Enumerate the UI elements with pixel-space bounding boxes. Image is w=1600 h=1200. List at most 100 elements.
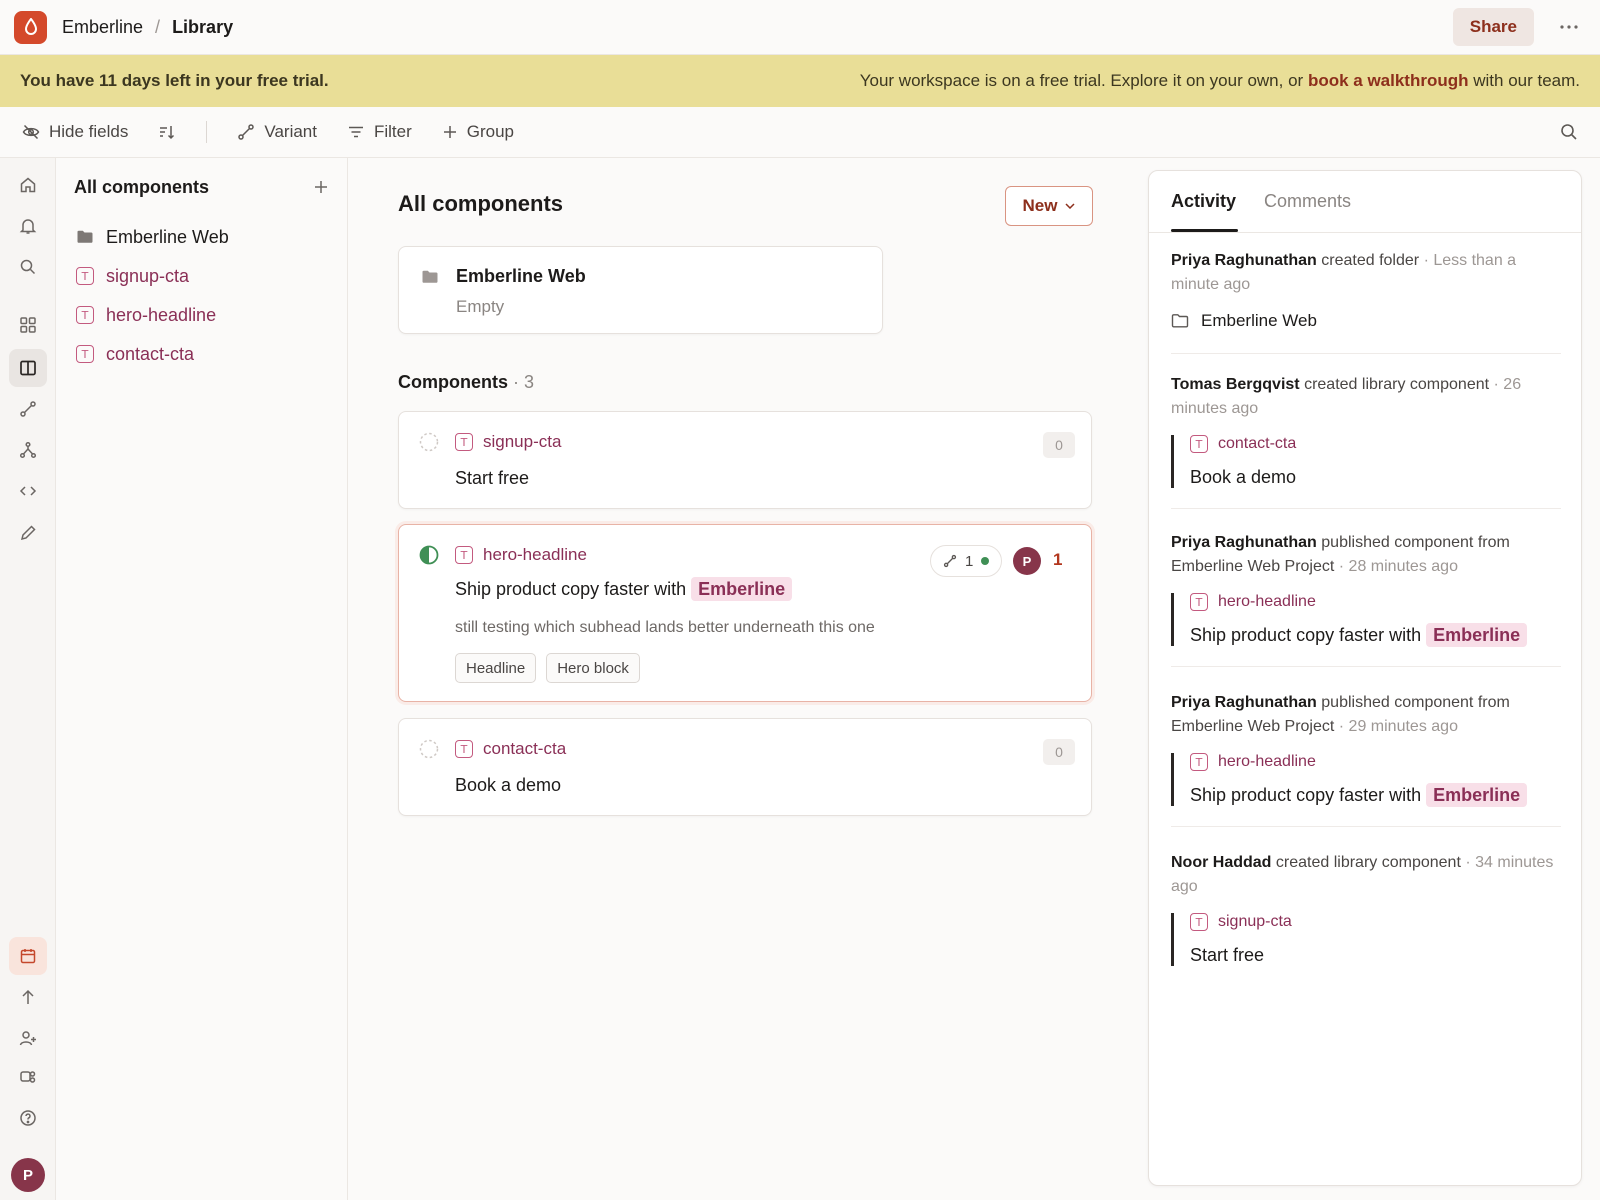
status-half-icon[interactable] [419,545,439,565]
folder-icon [421,269,439,285]
new-button[interactable]: New [1005,186,1093,226]
branch-icon[interactable] [9,431,47,469]
text-component-icon: T [1190,435,1208,453]
component-note: still testing which subhead lands better… [455,619,875,636]
activity-component-key-label: signup-cta [1218,913,1292,930]
pencil-icon[interactable] [9,514,47,552]
activity-item: Priya Raghunathan created folder · Less … [1171,249,1561,354]
activity-component-text: Book a demo [1190,467,1297,487]
component-tree: All components Emberline Web T signup-ct… [56,158,348,1200]
tree-item-label: hero-headline [106,304,217,325]
component-key-label: signup-cta [483,432,562,451]
integrations-icon[interactable] [9,1058,47,1096]
text-component-icon: T [455,546,473,564]
share-button[interactable]: Share [1452,8,1534,46]
tree-item-folder[interactable]: Emberline Web [76,222,229,252]
home-icon[interactable] [9,166,47,204]
library-icon[interactable] [9,349,47,387]
activity-line: Priya Raghunathan published component fr… [1171,691,1561,739]
component-text: Ship product copy faster with Emberline [455,577,793,601]
activity-component-key-label: hero-headline [1218,593,1316,610]
component-card-signup-cta[interactable]: T signup-cta Start free 0 [398,411,1092,509]
arrow-up-icon[interactable] [9,978,47,1016]
variant-count: 1 [965,552,974,570]
component-card-hero-headline[interactable]: T hero-headline Ship product copy faster… [398,524,1092,702]
tag-hero-block[interactable]: Hero block [546,653,640,683]
trial-banner: You have 11 days left in your free trial… [0,55,1600,107]
activity-item: Noor Haddad created library component · … [1171,851,1561,986]
activity-component-key: T contact-cta [1190,435,1561,453]
activity-user[interactable]: Priya Raghunathan [1171,534,1317,551]
text-component-icon: T [455,433,473,451]
variant-label: Variant [264,122,317,141]
activity-user[interactable]: Noor Haddad [1171,854,1271,871]
tag-headline[interactable]: Headline [455,653,537,683]
add-icon[interactable] [313,179,329,195]
folder-card[interactable]: Emberline Web Empty [398,246,883,334]
variable-highlight[interactable]: Emberline [1426,623,1528,647]
variable-highlight[interactable]: Emberline [691,577,793,601]
calendar-icon[interactable] [9,937,47,975]
hide-fields-label: Hide fields [49,122,129,141]
component-card-contact-cta[interactable]: T contact-cta Book a demo 0 [398,718,1092,816]
variant-count-pill[interactable]: 1 [930,545,1003,577]
activity-user[interactable]: Tomas Bergqvist [1171,376,1300,393]
activity-quote[interactable]: T contact-cta Book a demo [1171,435,1561,488]
activity-item: Tomas Bergqvist created library componen… [1171,373,1561,509]
component-key: T signup-cta [455,432,561,452]
activity-quote[interactable]: T signup-cta Start free [1171,913,1561,966]
assignee-avatar[interactable]: P [1013,547,1041,575]
component-key: T contact-cta [455,739,566,759]
trial-banner-message: Your workspace is on a free trial. Explo… [860,71,1580,91]
activity-user[interactable]: Priya Raghunathan [1171,252,1317,269]
code-icon[interactable] [9,472,47,510]
tree-item-signup-cta[interactable]: T signup-cta [76,261,189,291]
activity-action: created library component [1304,376,1490,393]
components-label: Components [398,372,508,392]
sort-button[interactable] [158,123,176,141]
status-empty-icon[interactable] [419,432,439,452]
more-options-icon[interactable] [1552,10,1586,44]
tree-item-label: signup-cta [106,265,190,286]
help-icon[interactable] [9,1099,47,1137]
activity-component-key: T hero-headline [1190,593,1561,611]
tab-activity[interactable]: Activity [1171,191,1236,212]
filter-icon [347,123,365,141]
tab-comments[interactable]: Comments [1264,191,1351,212]
folder-icon [76,229,94,245]
tree-item-contact-cta[interactable]: T contact-cta [76,339,194,369]
activity-user[interactable]: Priya Raghunathan [1171,694,1317,711]
status-empty-icon[interactable] [419,739,439,759]
variant-rail-icon[interactable] [9,390,47,428]
add-user-icon[interactable] [9,1019,47,1057]
activity-item: Priya Raghunathan published component fr… [1171,531,1561,667]
toolbar-search-icon[interactable] [1560,123,1578,141]
toolbar: Hide fields Variant Filter Group [0,107,1600,158]
breadcrumb-workspace[interactable]: Emberline [62,17,143,38]
user-avatar[interactable]: P [11,1158,45,1192]
grid-icon[interactable] [9,306,47,344]
search-icon[interactable] [9,248,47,286]
bell-icon[interactable] [9,207,47,245]
activity-quote[interactable]: T hero-headline Ship product copy faster… [1171,753,1561,807]
variant-button[interactable]: Variant [237,122,317,142]
comment-count-badge[interactable]: 0 [1043,739,1075,765]
book-walkthrough-link[interactable]: book a walkthrough [1308,71,1469,90]
page-title: All components [398,191,564,216]
component-key-label: contact-cta [483,739,567,758]
hide-fields-button[interactable]: Hide fields [22,122,128,142]
sort-icon [158,123,176,141]
variable-highlight[interactable]: Emberline [1426,783,1528,807]
tree-item-hero-headline[interactable]: T hero-headline [76,300,216,330]
comment-count[interactable]: 1 [1053,550,1062,570]
activity-component-text: Ship product copy faster with Emberline [1190,623,1561,647]
comment-count-badge[interactable]: 0 [1043,432,1075,458]
filter-button[interactable]: Filter [347,122,412,142]
activity-object[interactable]: Emberline Web [1171,311,1561,353]
tree-item-label: contact-cta [106,343,195,364]
app-logo-icon[interactable] [14,10,47,44]
tree-title[interactable]: All components [74,177,209,198]
activity-quote[interactable]: T hero-headline Ship product copy faster… [1171,593,1561,647]
folder-card-name: Emberline Web [456,266,586,286]
group-button[interactable]: Group [442,122,514,142]
